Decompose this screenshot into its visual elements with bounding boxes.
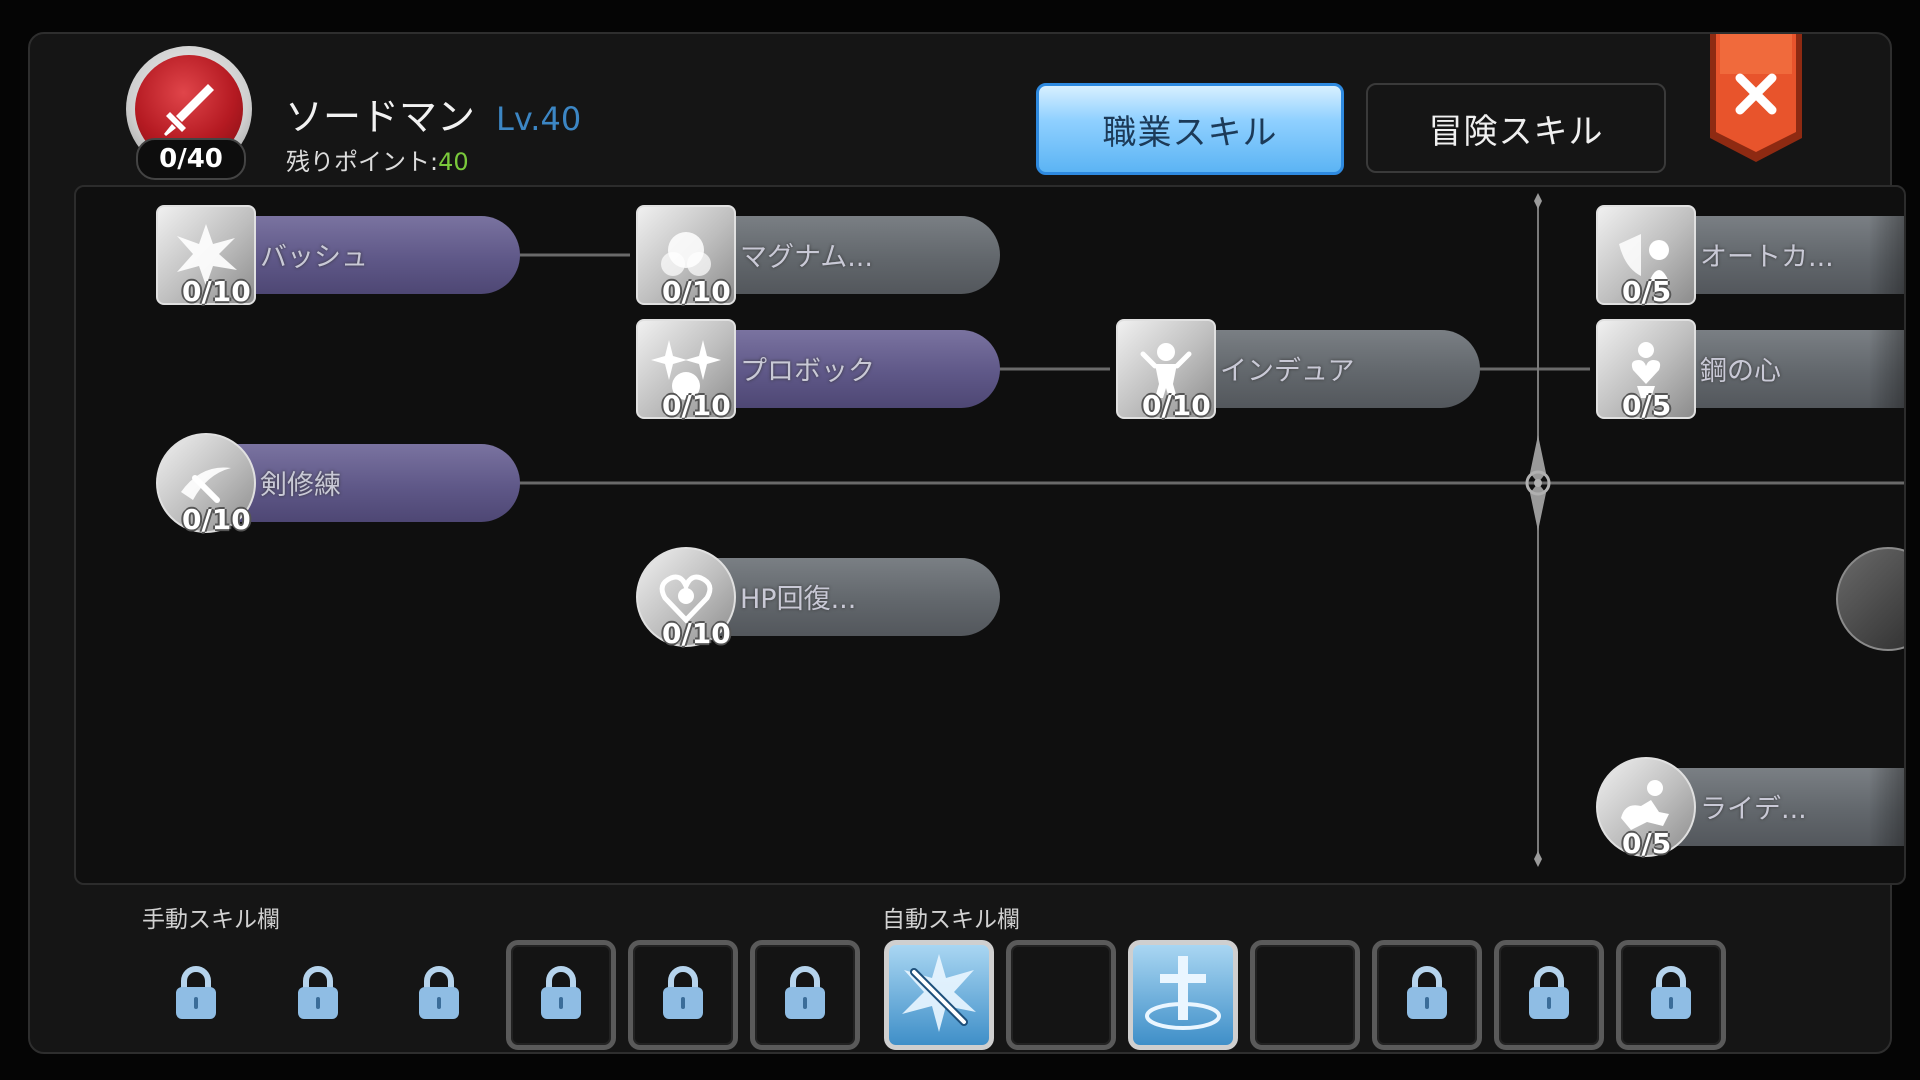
remaining-points-value: 40: [438, 148, 469, 176]
skill-name: オートカ...: [1700, 242, 1834, 273]
skill-name: バッシュ: [260, 242, 368, 273]
auto-slot-7[interactable]: [1616, 940, 1726, 1050]
class-level: Lv.40: [496, 100, 582, 138]
skill-name: ライデ...: [1700, 794, 1807, 825]
auto-slot-1[interactable]: [884, 940, 994, 1050]
skill-level: 0/10: [662, 617, 731, 650]
class-points: 0/40: [136, 138, 246, 180]
skill-level: 0/10: [1142, 389, 1211, 422]
skill-level: 0/10: [182, 275, 251, 308]
tab-job-skills[interactable]: 職業スキル: [1036, 83, 1344, 175]
lock-icon: [173, 965, 219, 1025]
skill-level: 0/5: [1622, 275, 1672, 308]
holy-cross-icon: [1138, 948, 1228, 1042]
skill-node-bash[interactable]: バッシュ 0/10: [156, 205, 526, 308]
manual-slot-4[interactable]: [506, 940, 616, 1050]
skill-name: 剣修練: [260, 470, 341, 501]
skill-name: プロボック: [740, 356, 875, 387]
skill-level: 0/10: [662, 275, 731, 308]
skill-level: 0/10: [182, 503, 251, 536]
lock-icon: [295, 965, 341, 1025]
lock-icon: [660, 965, 706, 1025]
skill-node-magnum-break[interactable]: マグナム... 0/10: [636, 205, 1006, 308]
remaining-points-label: 残りポイント:: [286, 148, 439, 176]
skill-level: 0/5: [1622, 827, 1672, 860]
manual-skill-bar-label: 手動スキル欄: [142, 907, 280, 933]
auto-slot-4[interactable]: [1250, 940, 1360, 1050]
skill-name: HP回復...: [740, 584, 857, 615]
auto-skill-bar-label: 自動スキル欄: [882, 907, 1020, 933]
class-name: ソードマン: [285, 95, 476, 139]
skill-name: 鋼の心: [1700, 356, 1781, 387]
auto-slot-2[interactable]: [1006, 940, 1116, 1050]
skill-window: 0/40 ソードマン Lv.40 残りポイント:40 職業スキル 冒険スキル バ…: [28, 32, 1906, 1054]
manual-slot-5[interactable]: [628, 940, 738, 1050]
skill-node-riding[interactable]: ライデ... 0/5: [1596, 757, 1904, 860]
skill-level: 0/5: [1622, 389, 1672, 422]
manual-slot-2[interactable]: [263, 940, 373, 1050]
skill-name: インデュア: [1220, 356, 1355, 387]
skill-node-sword-mastery[interactable]: 剣修練 0/10: [156, 433, 526, 536]
skill-node-provoke[interactable]: プロボック 0/10: [636, 319, 1006, 422]
bash-sword-icon: [894, 948, 984, 1042]
close-button[interactable]: [1706, 34, 1806, 162]
lock-icon: [416, 965, 462, 1025]
skill-level: 0/10: [662, 389, 731, 422]
skill-name: マグナム...: [740, 242, 873, 273]
skill-node-hp-recovery[interactable]: HP回復... 0/10: [636, 547, 1006, 650]
lock-icon: [1404, 965, 1450, 1025]
manual-slot-6[interactable]: [750, 940, 860, 1050]
skill-node-auto-counter[interactable]: オートカ... 0/5: [1596, 205, 1904, 308]
lock-icon: [1526, 965, 1572, 1025]
manual-slot-3[interactable]: [384, 940, 494, 1050]
auto-slot-6[interactable]: [1494, 940, 1604, 1050]
auto-slot-5[interactable]: [1372, 940, 1482, 1050]
manual-slot-1[interactable]: [141, 940, 251, 1050]
tab-adventure-skills[interactable]: 冒険スキル: [1366, 83, 1666, 173]
lock-icon: [538, 965, 584, 1025]
close-icon: [1710, 34, 1802, 162]
lock-icon: [782, 965, 828, 1025]
class-emblem: 0/40: [126, 46, 252, 180]
skill-tree-panel[interactable]: バッシュ 0/10 マグナム... 0/10 オートカ... 0/5 プロボック…: [74, 185, 1906, 885]
lock-icon: [1648, 965, 1694, 1025]
skill-node-iron-heart[interactable]: 鋼の心 0/5: [1596, 319, 1904, 422]
auto-slot-3[interactable]: [1128, 940, 1238, 1050]
skill-node-endure[interactable]: インデュア 0/10: [1116, 319, 1486, 422]
remaining-points: 残りポイント:40: [286, 142, 469, 177]
